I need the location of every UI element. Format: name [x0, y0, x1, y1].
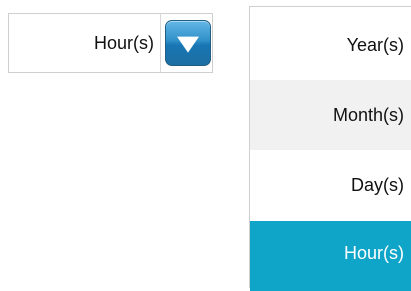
select-divider	[160, 14, 161, 72]
chevron-down-icon	[177, 36, 199, 53]
unit-select-value[interactable]: Hour(s)	[9, 14, 154, 72]
dropdown-option-months[interactable]: Month(s)	[250, 80, 411, 150]
unit-select[interactable]: Hour(s)	[8, 13, 213, 73]
unit-select-toggle-button[interactable]	[165, 20, 211, 66]
dropdown-option-hours[interactable]: Hour(s)	[250, 221, 411, 291]
dropdown-option-days[interactable]: Day(s)	[250, 150, 411, 221]
dropdown-option-years[interactable]: Year(s)	[250, 7, 411, 80]
unit-dropdown-list: Year(s) Month(s) Day(s) Hour(s)	[249, 6, 411, 291]
